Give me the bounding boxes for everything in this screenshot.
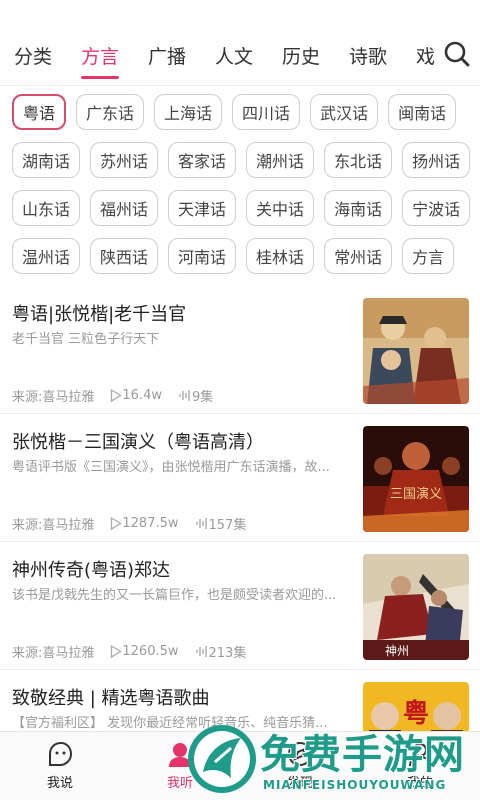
album-subtitle: 老千当官 三粒色子行天下 [12,332,160,347]
chip-changzhou[interactable]: 常州话 [324,238,393,274]
waveform-icon [195,518,207,529]
album-title: 粤语|张悦楷|老千当官 [12,304,187,325]
album-source: 来源:喜马拉雅 [12,646,95,661]
nav-item-speak[interactable]: 我说 [30,740,90,791]
episode-count: 9集 [178,386,213,405]
chip-yangzhou[interactable]: 扬州话 [402,142,471,178]
watermark: 免费手游网 MIANFEISHOUYOUWANG [185,718,475,800]
chip-tianjin[interactable]: 天津话 [168,190,237,226]
chip-guanzhong[interactable]: 关中话 [246,190,315,226]
category-tab-bar: 分类 方言 广播 人文 历史 诗歌 戏 [0,0,480,86]
play-count: 1287.5w [110,516,179,531]
album-cover-image [363,298,469,404]
list-item[interactable]: 粤语|张悦楷|老千当官 老千当官 三粒色子行天下 来源:喜马拉雅 16.4w 9… [0,286,480,414]
album-source: 来源:喜马拉雅 [12,518,95,533]
chip-suzhou[interactable]: 苏州话 [90,142,159,178]
chip-dialect[interactable]: 方言 [402,238,455,274]
tab-poetry[interactable]: 诗歌 [349,42,387,69]
album-title: 张悦楷－三国演义（粤语高清） [12,432,264,453]
play-icon [111,645,123,658]
face-icon [49,741,73,766]
list-item[interactable]: 张悦楷－三国演义（粤语高清） 粤语评书版《三国演义》，由张悦楷用广东话演播，故.… [0,414,480,542]
chip-sichuan[interactable]: 四川话 [232,94,301,130]
play-count: 16.4w [110,388,162,403]
chip-ningbo[interactable]: 宁波话 [402,190,471,226]
play-icon [111,517,123,530]
tab-broadcast[interactable]: 广播 [148,42,186,69]
chip-guangdong[interactable]: 广东话 [76,94,145,130]
active-tab-indicator [81,76,119,79]
tab-dialect[interactable]: 方言 [81,42,119,69]
waveform-icon [195,646,207,657]
chip-guilin[interactable]: 桂林话 [246,238,315,274]
album-cover-image: 神州 [363,554,469,660]
cover-title-text: 三国演义 [390,486,442,502]
tab-opera[interactable]: 戏 [416,42,435,69]
tab-humanities[interactable]: 人文 [215,42,253,69]
chip-shandong[interactable]: 山东话 [12,190,81,226]
watermark-subtitle: MIANFEISHOUYOUWANG [263,778,447,792]
chip-hunan[interactable]: 湖南话 [12,142,81,178]
chip-hainan[interactable]: 海南话 [324,190,393,226]
watermark-logo-icon [188,725,256,793]
tab-history[interactable]: 历史 [282,42,320,69]
play-icon [111,389,123,402]
chip-hakka[interactable]: 客家话 [168,142,237,178]
chip-dongbei[interactable]: 东北话 [324,142,393,178]
chip-cantonese[interactable]: 粤语 [12,94,67,130]
album-subtitle: 粤语评书版《三国演义》，由张悦楷用广东话演播，故... [12,460,330,475]
chip-wenzhou[interactable]: 温州话 [12,238,81,274]
chip-fuzhou[interactable]: 福州话 [90,190,159,226]
episode-count: 213集 [195,642,246,661]
watermark-title: 免费手游网 [260,732,465,778]
album-meta: 来源:喜马拉雅 1287.5w 157集 [12,514,246,533]
tab-category[interactable]: 分类 [14,42,52,69]
album-title: 致敬经典 | 精选粤语歌曲 [12,688,210,709]
album-cover-image: 三国演义 [363,426,469,532]
episode-count: 157集 [195,514,246,533]
chip-chaozhou[interactable]: 潮州话 [246,142,315,178]
album-title: 神州传奇(粤语)郑达 [12,560,171,581]
dialect-chip-grid: 粤语 广东话 上海话 四川话 武汉话 闽南话 湖南话 苏州话 客家话 潮州话 东… [12,94,471,286]
chip-shanghai[interactable]: 上海话 [154,94,223,130]
chip-minnan[interactable]: 闽南话 [388,94,457,130]
search-icon[interactable] [443,40,471,68]
list-item[interactable]: 神州传奇(粤语)郑达 该书是戊戟先生的又一长篇巨作，也是颇受读者欢迎的... 来… [0,542,480,670]
nav-label: 我说 [46,776,73,791]
album-meta: 来源:喜马拉雅 16.4w 9集 [12,386,213,405]
chip-henan[interactable]: 河南话 [168,238,237,274]
chip-wuhan[interactable]: 武汉话 [310,94,379,130]
album-subtitle: 该书是戊戟先生的又一长篇巨作，也是颇受读者欢迎的... [12,588,337,603]
album-meta: 来源:喜马拉雅 1260.5w 213集 [12,642,246,661]
album-source: 来源:喜马拉雅 [12,390,95,405]
chip-shaanxi[interactable]: 陕西话 [90,238,159,274]
cover-title-text: 神州 [385,644,409,658]
play-count: 1260.5w [110,644,179,659]
waveform-icon [179,390,190,401]
